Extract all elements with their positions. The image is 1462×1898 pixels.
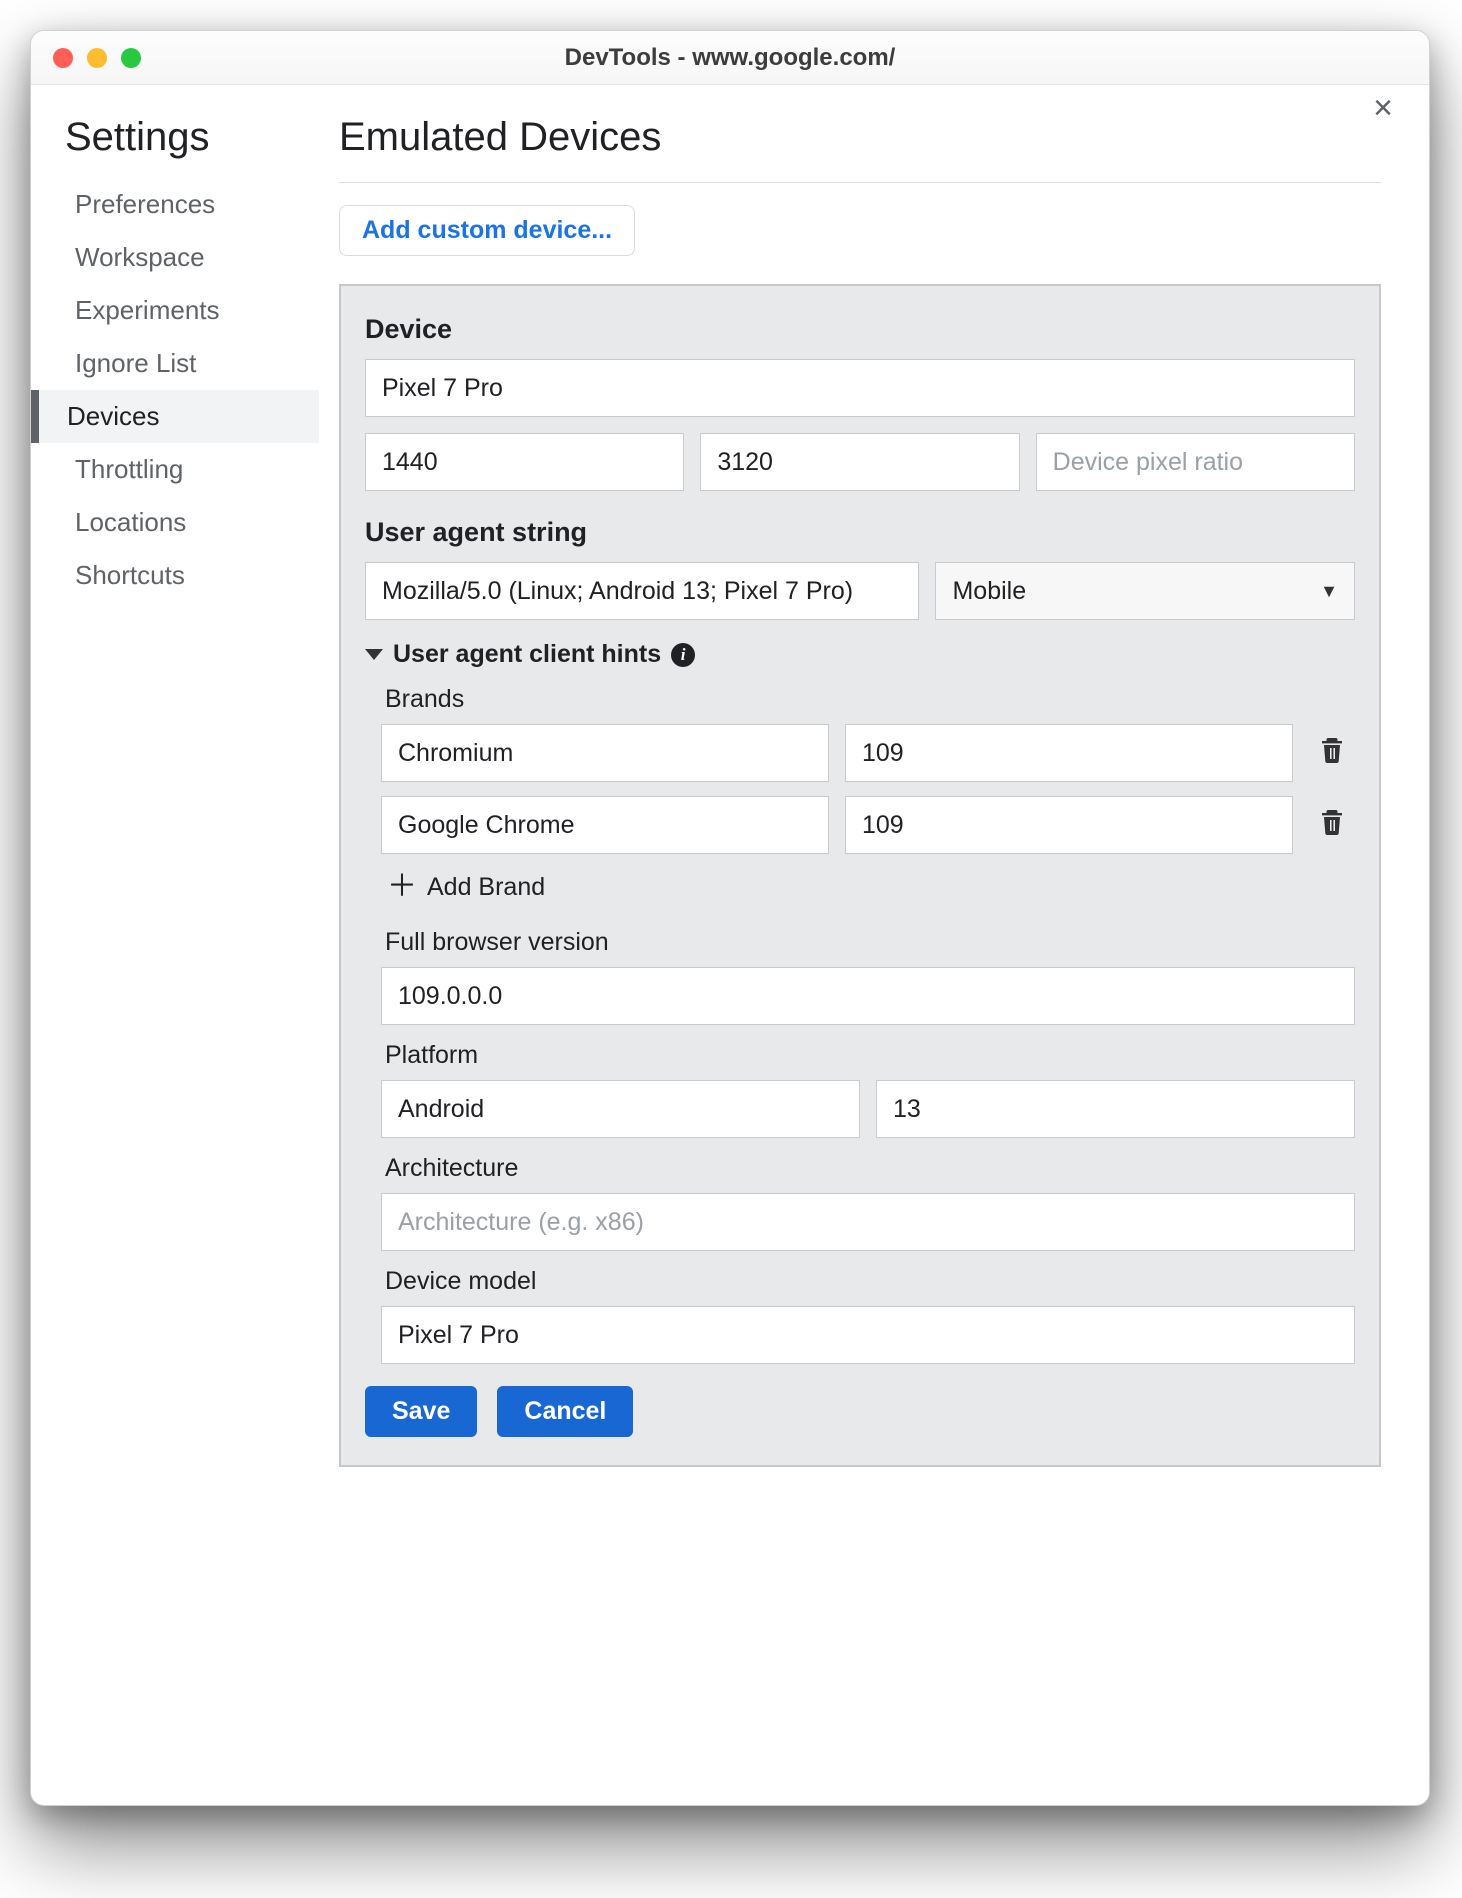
plus-icon: ＋ (387, 872, 417, 902)
add-brand-button[interactable]: ＋ Add Brand (387, 872, 545, 902)
brand-version-input[interactable] (845, 796, 1293, 854)
traffic-lights (31, 48, 141, 68)
ua-type-value: Mobile (952, 577, 1026, 606)
settings-nav: PreferencesWorkspaceExperimentsIgnore Li… (31, 178, 319, 602)
platform-version-input[interactable] (876, 1080, 1355, 1138)
brand-row (381, 796, 1355, 854)
platform-name-input[interactable] (381, 1080, 860, 1138)
close-window-button[interactable] (53, 48, 73, 68)
brands-label: Brands (385, 685, 1355, 714)
app-window: DevTools - www.google.com/ × Settings Pr… (30, 30, 1430, 1806)
architecture-label: Architecture (385, 1154, 1355, 1183)
settings-title: Settings (65, 115, 319, 160)
sidebar-item-experiments[interactable]: Experiments (33, 284, 319, 337)
divider (339, 182, 1381, 183)
window-title: DevTools - www.google.com/ (31, 44, 1429, 72)
brands-list (381, 724, 1355, 854)
device-dpr-input[interactable] (1036, 433, 1355, 491)
disclosure-triangle-icon[interactable] (365, 649, 383, 660)
trash-icon[interactable] (1309, 737, 1355, 770)
sidebar-item-workspace[interactable]: Workspace (33, 231, 319, 284)
device-width-input[interactable] (365, 433, 684, 491)
sidebar-item-throttling[interactable]: Throttling (33, 443, 319, 496)
device-section-label: Device (365, 314, 1355, 345)
ua-hints-section: Brands ＋ Add Brand Full browser version … (365, 685, 1355, 1364)
save-button[interactable]: Save (365, 1386, 477, 1437)
platform-label: Platform (385, 1041, 1355, 1070)
sidebar-item-devices[interactable]: Devices (31, 390, 319, 443)
brand-row (381, 724, 1355, 782)
brand-version-input[interactable] (845, 724, 1293, 782)
device-height-input[interactable] (700, 433, 1019, 491)
content: × Settings PreferencesWorkspaceExperimen… (31, 85, 1429, 1805)
ua-section-label: User agent string (365, 517, 1355, 548)
zoom-window-button[interactable] (121, 48, 141, 68)
brand-name-input[interactable] (381, 724, 829, 782)
close-icon[interactable]: × (1373, 91, 1393, 125)
ua-hints-label: User agent client hints (393, 640, 661, 669)
sidebar-item-ignore-list[interactable]: Ignore List (33, 337, 319, 390)
brand-name-input[interactable] (381, 796, 829, 854)
settings-main: Emulated Devices Add custom device... De… (319, 85, 1429, 1805)
page-heading: Emulated Devices (339, 115, 1381, 160)
settings-sidebar: Settings PreferencesWorkspaceExperiments… (31, 85, 319, 1805)
device-form-panel: Device User agent string Mobile ▼ (339, 284, 1381, 1467)
device-model-input[interactable] (381, 1306, 1355, 1364)
ua-string-input[interactable] (365, 562, 919, 620)
full-version-label: Full browser version (385, 928, 1355, 957)
info-icon[interactable]: i (671, 643, 695, 667)
sidebar-item-locations[interactable]: Locations (33, 496, 319, 549)
device-model-label: Device model (385, 1267, 1355, 1296)
add-custom-device-button[interactable]: Add custom device... (339, 205, 635, 256)
full-version-input[interactable] (381, 967, 1355, 1025)
sidebar-item-preferences[interactable]: Preferences (33, 178, 319, 231)
architecture-input[interactable] (381, 1193, 1355, 1251)
cancel-button[interactable]: Cancel (497, 1386, 633, 1437)
chevron-down-icon: ▼ (1320, 581, 1338, 602)
device-name-input[interactable] (365, 359, 1355, 417)
add-brand-label: Add Brand (427, 873, 545, 902)
minimize-window-button[interactable] (87, 48, 107, 68)
sidebar-item-shortcuts[interactable]: Shortcuts (33, 549, 319, 602)
titlebar: DevTools - www.google.com/ (31, 31, 1429, 85)
trash-icon[interactable] (1309, 809, 1355, 842)
ua-type-select[interactable]: Mobile ▼ (935, 562, 1355, 620)
